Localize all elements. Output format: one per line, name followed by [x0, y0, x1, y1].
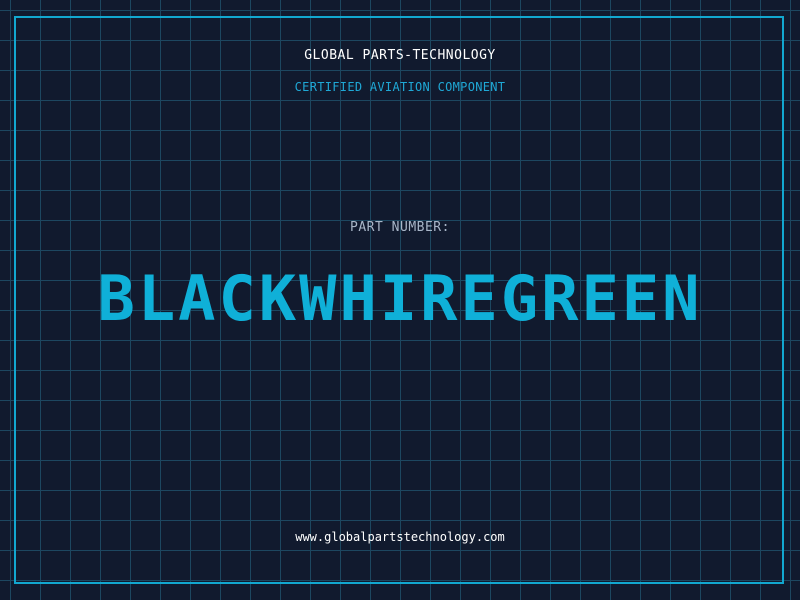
company-name: GLOBAL PARTS-TECHNOLOGY [304, 48, 496, 63]
part-number-value: BLACKWHIREGREEN [97, 262, 703, 335]
part-number-label: PART NUMBER: [350, 220, 450, 235]
part-label-card: GLOBAL PARTS-TECHNOLOGY CERTIFIED AVIATI… [0, 0, 800, 600]
website-url: www.globalpartstechnology.com [295, 530, 505, 544]
certification-tagline: CERTIFIED AVIATION COMPONENT [294, 80, 506, 94]
